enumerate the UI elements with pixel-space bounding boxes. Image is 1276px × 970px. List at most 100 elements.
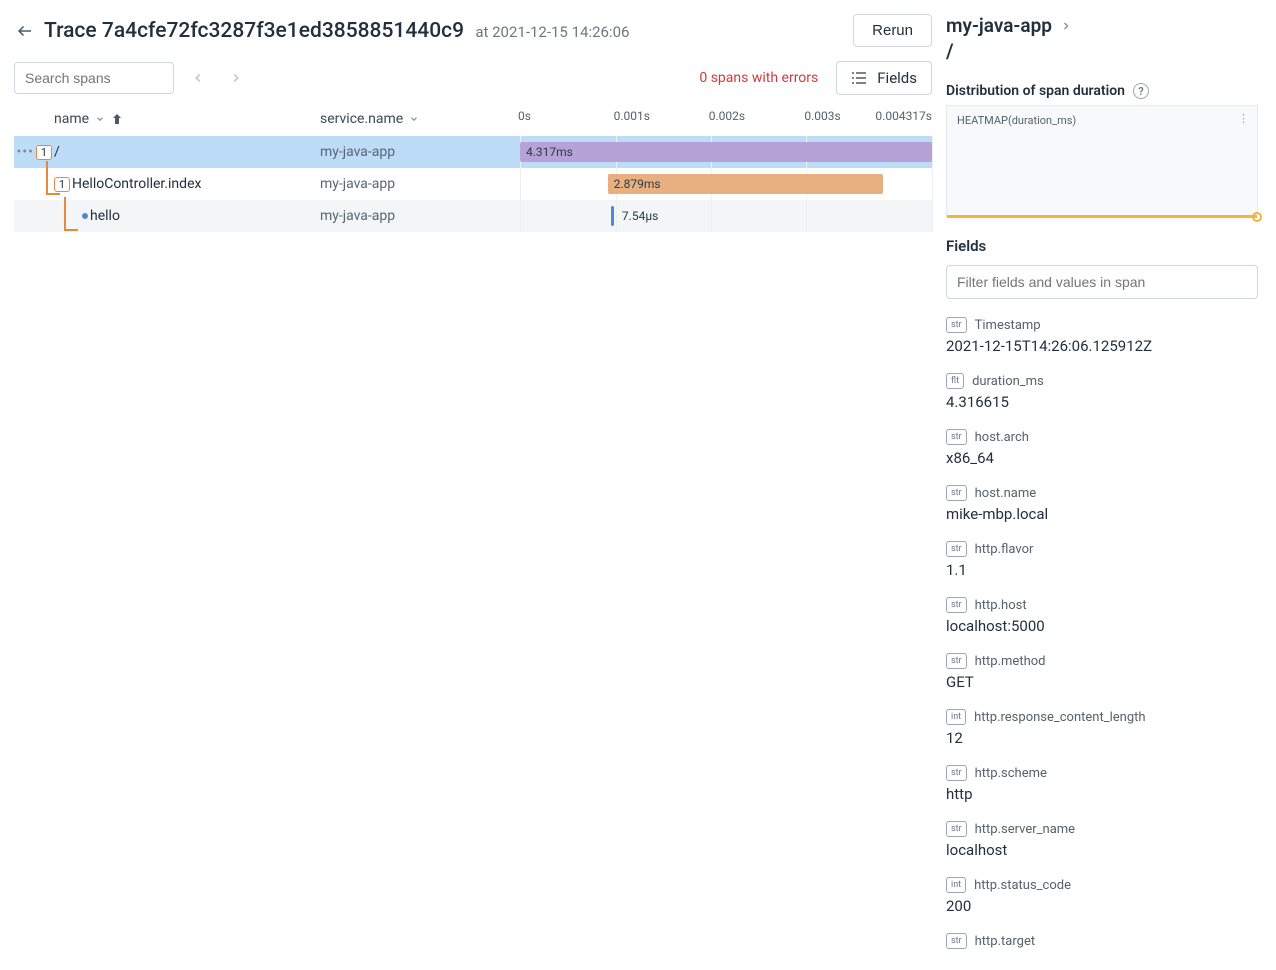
field-key: Timestamp — [975, 318, 1041, 333]
field-value: localhost — [946, 841, 1258, 859]
back-icon[interactable] — [14, 20, 36, 42]
title-prefix: Trace — [44, 19, 97, 43]
field-item[interactable]: strhost.archx86_64 — [946, 429, 1258, 467]
field-value: 200 — [946, 897, 1258, 915]
type-badge: int — [946, 709, 966, 725]
field-value: 12 — [946, 729, 1258, 747]
span-name: / — [946, 39, 1258, 63]
filter-fields-input[interactable] — [946, 265, 1258, 299]
type-badge: str — [946, 653, 967, 669]
field-key: http.scheme — [975, 766, 1047, 781]
heatmap-resize-handle[interactable] — [1252, 212, 1262, 222]
span-bar[interactable]: 4.317ms — [520, 142, 932, 162]
chevron-down-icon — [409, 114, 419, 124]
timeline-tick: 0.001s — [614, 109, 650, 123]
errors-count[interactable]: 0 spans with errors — [699, 70, 818, 86]
child-count-badge[interactable]: 1 — [36, 145, 52, 160]
span-name-text: HelloController.index — [72, 176, 201, 192]
span-duration-label: 7.54µs — [622, 206, 658, 226]
heatmap-chart[interactable]: HEATMAP(duration_ms) ⋮ — [946, 105, 1258, 217]
type-badge: str — [946, 541, 967, 557]
type-badge: str — [946, 821, 967, 837]
field-key: http.response_content_length — [974, 710, 1145, 725]
search-input[interactable] — [14, 62, 174, 94]
span-name-text: hello — [90, 208, 120, 224]
field-value: GET — [946, 673, 1258, 691]
span-duration-label: 2.879ms — [614, 177, 661, 191]
col-service-label: service.name — [320, 111, 403, 127]
field-key: http.status_code — [974, 878, 1071, 893]
prev-span-icon[interactable] — [184, 64, 212, 92]
app-name: my-java-app — [946, 14, 1052, 37]
field-value: localhost:5000 — [946, 617, 1258, 635]
tree-indent: 1 — [14, 177, 72, 192]
type-badge: int — [946, 877, 966, 893]
field-item[interactable]: int http.status_code 200 — [946, 877, 1258, 915]
page-title: Trace 7a4cfe72fc3287f3e1ed3858851440c9 a… — [44, 19, 629, 43]
trace-rows: •••1/my-java-app4.317ms1HelloController.… — [14, 136, 932, 232]
field-value: x86_64 — [946, 449, 1258, 467]
fields-button[interactable]: Fields — [836, 61, 932, 95]
field-item[interactable]: str http.server_name localhost — [946, 821, 1258, 859]
field-item[interactable]: str http.flavor 1.1 — [946, 541, 1258, 579]
field-item[interactable]: str http.method GET — [946, 653, 1258, 691]
field-value: 1.1 — [946, 561, 1258, 579]
span-bar[interactable]: 2.879ms — [608, 174, 883, 194]
type-badge: flt — [946, 373, 964, 389]
field-item[interactable]: strhttp.hostlocalhost:5000 — [946, 597, 1258, 635]
span-bar[interactable] — [611, 206, 614, 226]
col-name-header[interactable]: name — [54, 111, 320, 127]
span-name-cell: hello — [90, 208, 320, 224]
type-badge: str — [946, 485, 967, 501]
timeline-tick: 0s — [518, 109, 531, 123]
next-span-icon[interactable] — [222, 64, 250, 92]
field-key: http.target — [975, 934, 1035, 949]
help-icon[interactable]: ? — [1133, 83, 1149, 99]
timeline-tick: 0.004317s — [875, 109, 932, 123]
field-key: http.method — [975, 654, 1046, 669]
field-item[interactable]: int http.response_content_length 12 — [946, 709, 1258, 747]
service-name: my-java-app — [320, 144, 520, 160]
tree-indent: •••1 — [14, 144, 54, 160]
col-name-label: name — [54, 111, 89, 127]
field-value: 2021-12-15T14:26:06.125912Z — [946, 337, 1258, 355]
field-item[interactable]: str Timestamp 2021-12-15T14:26:06.125912Z — [946, 317, 1258, 355]
toolbar: 0 spans with errors Fields — [14, 57, 932, 103]
col-service-header[interactable]: service.name — [320, 111, 520, 127]
type-badge: str — [946, 765, 967, 781]
trace-header: Trace 7a4cfe72fc3287f3e1ed3858851440c9 a… — [14, 10, 932, 57]
span-row[interactable]: •••1/ my-java-app 4.317ms — [14, 136, 932, 168]
type-badge: str — [946, 933, 967, 949]
distribution-title: Distribution of span duration ? — [946, 83, 1258, 99]
field-item[interactable]: str http.scheme http — [946, 765, 1258, 803]
span-duration-label: 4.317ms — [526, 145, 573, 159]
span-name-text: / — [54, 144, 60, 160]
service-name: my-java-app — [320, 176, 520, 192]
chevron-down-icon — [95, 114, 105, 124]
timeline-tick: 0.002s — [709, 109, 745, 123]
breadcrumb[interactable]: my-java-app — [946, 10, 1258, 37]
span-row[interactable]: hellomy-java-app7.54µs — [14, 200, 932, 232]
fields-icon — [851, 72, 867, 84]
leaf-dot-icon — [82, 213, 88, 219]
rerun-button[interactable]: Rerun — [853, 14, 932, 47]
field-item[interactable]: str http.target — [946, 933, 1258, 949]
fields-section-title: Fields — [946, 237, 1258, 255]
field-key: http.flavor — [975, 542, 1034, 557]
more-icon[interactable]: ••• — [17, 144, 34, 160]
field-key: http.host — [975, 598, 1027, 613]
field-value: http — [946, 785, 1258, 803]
span-row[interactable]: 1HelloController.index my-java-app 2.879ms — [14, 168, 932, 200]
field-item[interactable]: fltduration_ms4.316615 — [946, 373, 1258, 411]
child-count-badge[interactable]: 1 — [54, 177, 70, 192]
field-key: http.server_name — [975, 822, 1075, 837]
trace-id: 7a4cfe72fc3287f3e1ed3858851440c9 — [102, 19, 464, 43]
type-badge: str — [946, 317, 967, 333]
heatmap-menu-icon[interactable]: ⋮ — [1238, 112, 1249, 125]
timeline-cell: 4.317ms — [520, 136, 932, 168]
timeline-cell: 7.54µs — [520, 200, 932, 232]
tree-indent — [14, 213, 90, 219]
field-key: host.name — [975, 486, 1037, 501]
field-item[interactable]: strhost.namemike-mbp.local — [946, 485, 1258, 523]
timeline-cell: 2.879ms — [520, 168, 932, 200]
